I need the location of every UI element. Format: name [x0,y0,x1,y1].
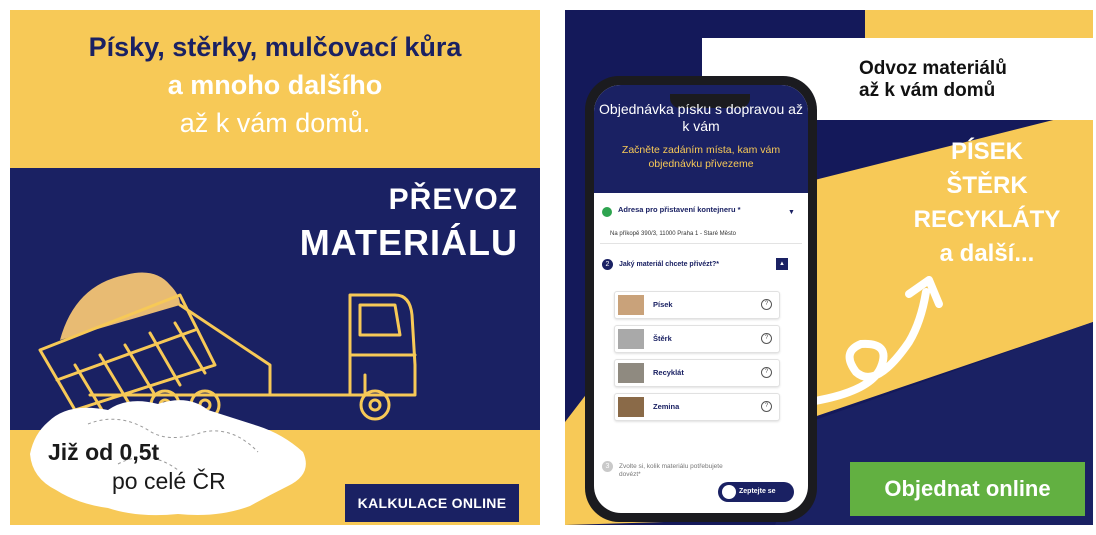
info-icon[interactable]: ? [761,367,772,378]
kalkulace-online-button[interactable]: KALKULACE ONLINE [345,484,519,522]
info-icon[interactable]: ? [761,333,772,344]
screen-title: Objednávka písku s dopravou až k vám [599,101,803,134]
check-icon [602,207,612,217]
info-icon[interactable]: ? [761,401,772,412]
headline-line-3: až k vám domů. [179,108,371,138]
box-line-2: až k vám domů [859,80,996,101]
material-list-item: ŠTĚRK [946,172,1028,199]
price-line-1: Již od 0,5t [48,439,160,465]
divider [600,243,802,244]
material-option-label: Zemina [653,402,680,411]
curved-arrow-icon [805,276,943,406]
quantity-question: Zvolte si, kolik materiálu potřebujete d… [619,463,723,478]
material-option-recyklat[interactable]: Recyklát ? [614,359,780,387]
title-line-1: PŘEVOZ [388,183,518,216]
material-option-label: Písek [653,300,673,309]
step-number-2: 2 [602,259,613,270]
price-text: Již od 0,5t po celé ČR [48,438,226,496]
left-banner: Písky, stěrky, mulčovací kůra a mnoho da… [10,10,540,525]
phone-mockup: Objednávka písku s dopravou až k vám Zač… [585,76,817,522]
material-option-label: Štěrk [653,334,672,343]
material-option-sterk[interactable]: Štěrk ? [614,325,780,353]
zemina-thumbnail [618,397,644,417]
screen-subtitle: Začněte zadáním místa, kam vám objednávk… [621,144,781,170]
material-list: PÍSEK ŠTĚRK RECYKLÁTY a další... [877,135,1093,271]
price-line-2: po celé ČR [112,468,226,494]
objednat-online-button[interactable]: Objednat online [850,462,1085,516]
right-banner: Odvoz materiálů až k vám domů PÍSEK ŠTĚR… [565,10,1093,525]
info-icon[interactable]: ? [761,299,772,310]
phone-screen: Objednávka písku s dopravou až k vám Zač… [594,85,808,513]
collapse-icon[interactable]: ▲ [776,258,788,270]
chat-icon [722,485,736,499]
material-option-pisek[interactable]: Písek ? [614,291,780,319]
headline-line-1: Písky, stěrky, mulčovací kůra [88,32,462,62]
address-value: Na příkopě 390/3, 11000 Praha 1 - Staré … [610,231,736,237]
material-list-item: PÍSEK [950,138,1024,165]
material-option-zemina[interactable]: Zemina ? [614,393,780,421]
left-headline: Písky, stěrky, mulčovací kůra a mnoho da… [10,28,540,142]
pisek-thumbnail [618,295,644,315]
headline-line-2: a mnoho dalšího [167,70,383,100]
material-option-label: Recyklát [653,368,684,377]
address-label: Adresa pro přistavení kontejneru * [618,205,741,214]
sterk-thumbnail [618,329,644,349]
material-list-item: a další... [939,240,1035,267]
recyklat-thumbnail [618,363,644,383]
step-number-3: 3 [602,461,613,472]
material-list-item: RECYKLÁTY [913,206,1061,233]
chat-label: Zeptejte se [739,488,776,495]
chevron-down-icon[interactable]: ▼ [788,209,795,216]
chat-button[interactable]: Zeptejte se [718,482,794,502]
box-line-1: Odvoz materiálů [859,58,1007,79]
material-question: Jaký materiál chcete přivézt?* [619,261,719,268]
